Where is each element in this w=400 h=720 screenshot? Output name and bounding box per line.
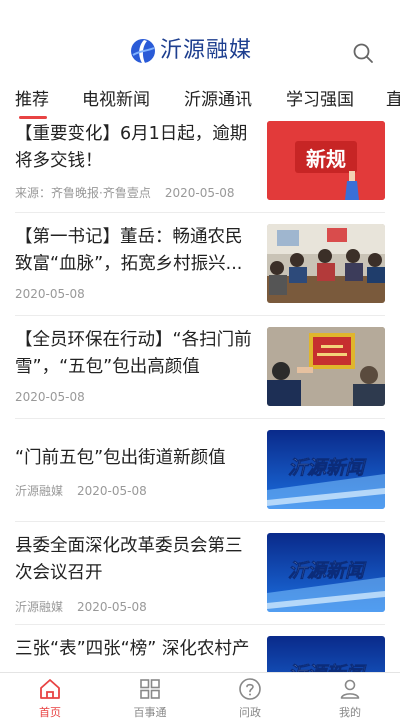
news-thumbnail[interactable]: 沂源新闻 [267, 430, 385, 509]
feed-divider [15, 418, 385, 419]
grid-apps-icon [140, 679, 160, 699]
news-meta: 2020-05-08 [15, 390, 85, 404]
nav-home[interactable]: 首页 [0, 673, 100, 720]
news-date: 2020-05-08 [15, 390, 85, 404]
news-title[interactable]: 【重要变化】6月1日起，逾期将多交钱！ [15, 121, 255, 175]
thumb-caption: 沂源新闻 [288, 663, 367, 672]
app-logo-icon [131, 39, 155, 63]
app-logo: 沂源融媒 [130, 38, 252, 64]
thumb-caption: 沂源新闻 [288, 560, 367, 582]
news-feed[interactable]: 【重要变化】6月1日起，逾期将多交钱！ 来源：齐鲁晚报·齐鲁壹点 2020-05-… [0, 120, 400, 672]
category-tabs: 推荐 电视新闻 沂源通讯 学习强国 直 [0, 84, 400, 120]
news-meta: 2020-05-08 [15, 287, 85, 301]
bottom-nav: 首页 百事通 问政 我的 [0, 672, 400, 720]
tab-tv-news[interactable]: 电视新闻 [82, 88, 150, 112]
app-header: 沂源融媒 [0, 0, 400, 80]
news-thumbnail[interactable] [267, 327, 385, 406]
news-item[interactable]: 【第一书记】董岳：畅通农民致富“血脉”，拓宽乡村振兴... 2020-05-08 [0, 223, 400, 326]
news-item[interactable]: 三张“表”四张“榜” 深化农村产 沂源新闻 [0, 635, 400, 672]
nav-profile-label: 我的 [339, 706, 361, 719]
news-thumbnail[interactable]: 沂源新闻 [267, 533, 385, 612]
nav-inquiry-label: 问政 [239, 706, 261, 719]
news-date: 2020-05-08 [77, 484, 147, 498]
news-item[interactable]: 【全员环保在行动】“各扫门前雪”，“五包”包出高颜值 2020-05-08 [0, 326, 400, 429]
nav-profile[interactable]: 我的 [300, 673, 400, 720]
news-title[interactable]: 【第一书记】董岳：畅通农民致富“血脉”，拓宽乡村振兴... [15, 224, 255, 278]
app-name: 沂源融媒 [160, 38, 253, 63]
news-thumbnail[interactable]: 沂源新闻 [267, 636, 385, 672]
active-tab-indicator [19, 116, 47, 119]
nav-inquiry[interactable]: 问政 [200, 673, 300, 720]
feed-divider [15, 624, 385, 625]
news-source: 沂源融媒 [15, 484, 64, 498]
tab-live[interactable]: 直 [386, 88, 400, 112]
yiyuan-news-logo-image: 沂源新闻 [267, 533, 385, 612]
news-item[interactable]: 【重要变化】6月1日起，逾期将多交钱！ 来源：齐鲁晚报·齐鲁壹点 2020-05-… [0, 120, 400, 223]
nav-services[interactable]: 百事通 [100, 673, 200, 720]
feed-divider [15, 521, 385, 522]
thumb-caption: 沂源新闻 [288, 457, 367, 479]
news-item[interactable]: 县委全面深化改革委员会第三次会议召开 沂源融媒 2020-05-08 沂源新闻 [0, 532, 400, 635]
tab-study-strong-nation[interactable]: 学习强国 [286, 88, 354, 112]
question-icon [239, 678, 261, 700]
nav-services-label: 百事通 [133, 706, 167, 719]
news-meta: 沂源融媒 2020-05-08 [15, 482, 147, 499]
news-title[interactable]: 三张“表”四张“榜” 深化农村产 [15, 636, 255, 672]
yiyuan-news-logo-image: 沂源新闻 [267, 430, 385, 509]
news-meta: 来源：齐鲁晚报·齐鲁壹点 2020-05-08 [15, 184, 235, 201]
news-title[interactable]: 县委全面深化改革委员会第三次会议召开 [15, 533, 255, 587]
news-thumbnail[interactable]: 新规 [267, 121, 385, 200]
news-thumbnail[interactable] [267, 224, 385, 303]
nav-home-label: 首页 [39, 706, 61, 719]
news-meta: 沂源融媒 2020-05-08 [15, 598, 147, 615]
meeting-photo [267, 224, 385, 303]
yiyuan-news-logo-image: 沂源新闻 [267, 636, 385, 672]
new-rules-image: 新规 [267, 121, 385, 200]
tab-recommended[interactable]: 推荐 [15, 88, 49, 112]
thumb-caption: 新规 [306, 147, 346, 171]
feed-divider [15, 315, 385, 316]
news-item[interactable]: “门前五包”包出街道新颜值 沂源融媒 2020-05-08 沂源新闻 [0, 429, 400, 532]
news-date: 2020-05-08 [15, 287, 85, 301]
user-icon [340, 679, 360, 699]
home-icon [40, 679, 60, 699]
plaque-hanging-photo [267, 327, 385, 406]
news-title[interactable]: 【全员环保在行动】“各扫门前雪”，“五包”包出高颜值 [15, 327, 255, 381]
news-source: 沂源融媒 [15, 600, 64, 614]
news-date: 2020-05-08 [77, 600, 147, 614]
search-icon[interactable] [352, 42, 374, 64]
news-date: 2020-05-08 [164, 186, 235, 200]
news-source: 来源：齐鲁晚报·齐鲁壹点 [15, 186, 151, 200]
news-title[interactable]: “门前五包”包出街道新颜值 [15, 445, 255, 472]
feed-divider [15, 212, 385, 213]
tab-yiyuan-newsletter[interactable]: 沂源通讯 [184, 88, 252, 112]
